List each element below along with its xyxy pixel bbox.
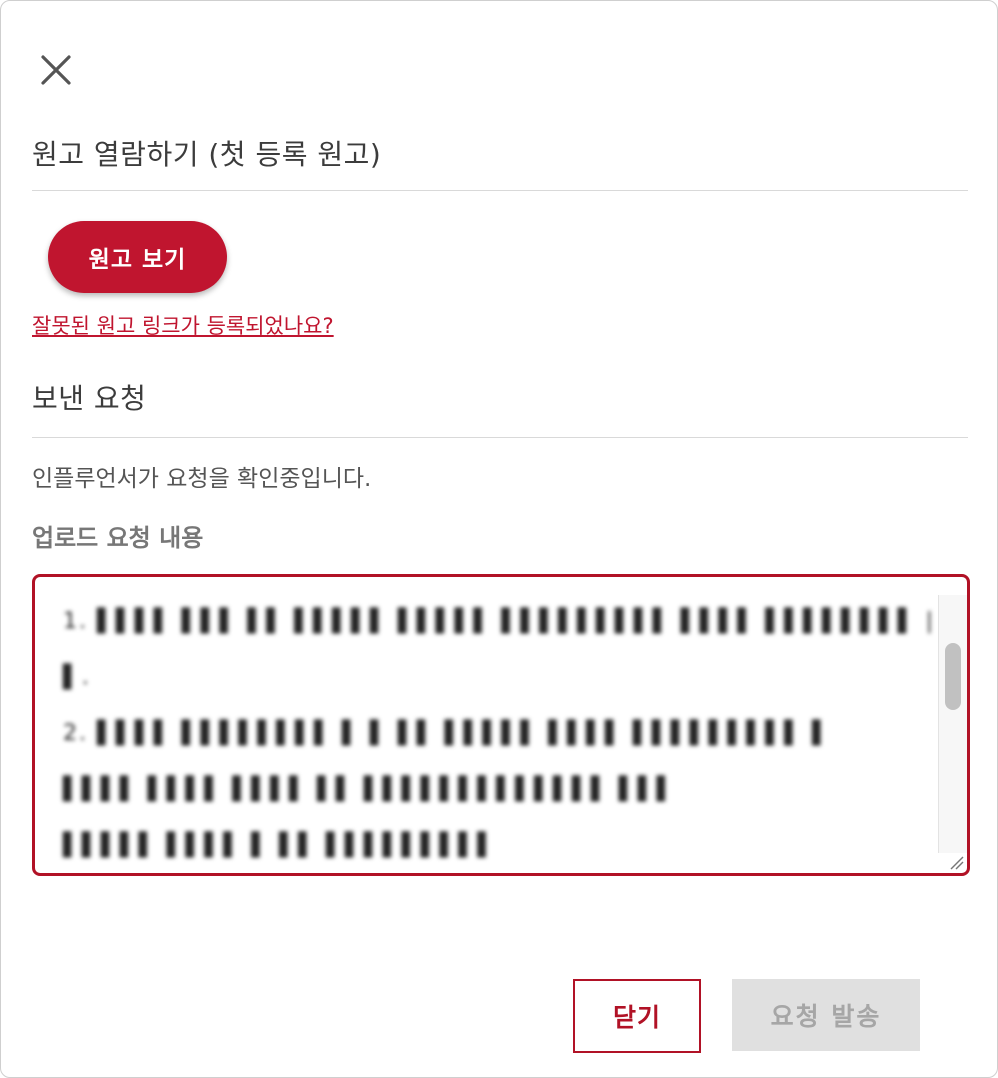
textarea-line: 2. ▌▌▌▌ ▌▌▌▌▌▌▌▌ ▌ ▌ ▌▌ ▌▌▌▌▌ ▌▌▌▌ ▌▌▌▌▌…	[63, 720, 832, 746]
textarea-scrollbar[interactable]	[938, 595, 967, 853]
send-request-button: 요청 발송	[732, 979, 920, 1051]
upload-request-label: 업로드 요청 내용	[32, 524, 204, 552]
request-dialog: 원고 열람하기 (첫 등록 원고) 원고 보기 잘못된 원고 링크가 등록되었나…	[0, 0, 998, 1078]
preview-section-title: 원고 열람하기 (첫 등록 원고)	[32, 138, 382, 171]
upload-request-textarea[interactable]: 1. ▌▌▌▌ ▌▌▌ ▌▌ ▌▌▌▌▌ ▌▌▌▌▌ ▌▌▌▌▌▌▌▌▌ ▌▌▌…	[32, 574, 970, 876]
textarea-line: ▌▌▌▌▌ ▌▌▌▌ ▌ ▌▌ ▌▌▌▌▌▌▌▌▌	[63, 832, 497, 858]
request-status-text: 인플루언서가 요청을 확인중입니다.	[32, 466, 372, 492]
textarea-content: 1. ▌▌▌▌ ▌▌▌ ▌▌ ▌▌▌▌▌ ▌▌▌▌▌ ▌▌▌▌▌▌▌▌▌ ▌▌▌…	[63, 593, 936, 873]
preview-divider	[32, 190, 968, 191]
textarea-line: 1. ▌▌▌▌ ▌▌▌ ▌▌ ▌▌▌▌▌ ▌▌▌▌▌ ▌▌▌▌▌▌▌▌▌ ▌▌▌…	[63, 608, 936, 634]
close-icon[interactable]	[37, 51, 75, 89]
close-button[interactable]: 닫기	[573, 979, 701, 1053]
request-section-title: 보낸 요청	[32, 382, 147, 415]
view-manuscript-button[interactable]: 원고 보기	[48, 221, 227, 293]
scroll-thumb[interactable]	[945, 643, 961, 710]
textarea-line: ▌.	[63, 664, 91, 690]
textarea-line: ▌▌▌▌ ▌▌▌▌ ▌▌▌▌ ▌▌ ▌▌▌▌▌▌▌▌▌▌▌▌▌ ▌▌▌	[63, 776, 676, 802]
resize-handle-icon[interactable]	[943, 849, 965, 871]
wrong-link[interactable]: 잘못된 원고 링크가 등록되었나요?	[32, 310, 334, 340]
request-divider	[32, 437, 968, 438]
